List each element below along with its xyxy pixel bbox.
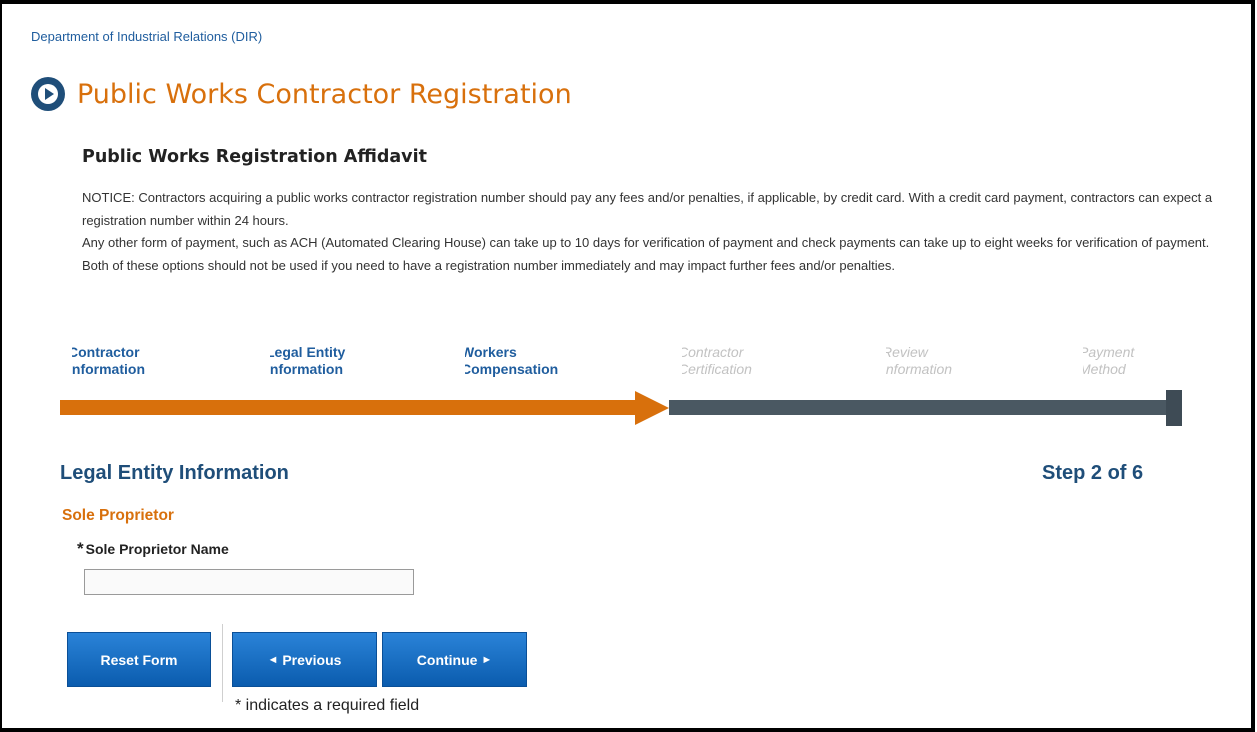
left-triangle-icon: ◄ — [267, 653, 279, 666]
button-divider — [222, 624, 223, 702]
step-label-line2: Information — [886, 361, 953, 377]
notice-paragraph-2: Any other form of payment, such as ACH (… — [82, 235, 1210, 273]
step-indicator: Contractor Information Legal Entity Info… — [60, 344, 1190, 384]
step-contractor-information[interactable]: Contractor Information — [72, 344, 172, 378]
page-header: Public Works Contractor Registration — [31, 76, 572, 112]
required-field-note: * indicates a required field — [235, 697, 420, 714]
previous-button-label: Previous — [282, 651, 342, 668]
page-title: Public Works Contractor Registration — [77, 78, 572, 110]
step-legal-entity-information[interactable]: Legal Entity Information — [270, 344, 380, 378]
step-label-line1: Review — [886, 344, 928, 360]
department-link[interactable]: Department of Industrial Relations (DIR) — [31, 29, 262, 44]
step-label-line2: Information — [72, 361, 145, 377]
play-circle-icon — [31, 77, 65, 111]
previous-button[interactable]: ◄ Previous — [232, 632, 377, 687]
reset-form-button[interactable]: Reset Form — [67, 632, 211, 687]
section-title: Legal Entity Information — [60, 462, 289, 484]
reset-button-label: Reset Form — [100, 651, 178, 668]
progress-remaining-bar — [669, 400, 1177, 415]
step-label-line2: Information — [270, 361, 343, 377]
progress-arrow-icon — [635, 391, 669, 425]
sole-proprietor-name-label: * Sole Proprietor Name — [77, 539, 229, 561]
progress-completed-bar — [60, 400, 640, 415]
step-label-line1: Payment — [1083, 344, 1135, 360]
step-counter: Step 2 of 6 — [1042, 462, 1144, 484]
continue-button-label: Continue — [416, 651, 478, 668]
step-review-information: Review Information — [886, 344, 996, 378]
notice-paragraph-1: NOTICE: Contractors acquiring a public w… — [82, 190, 1213, 228]
step-label-line1: Contractor — [72, 344, 140, 360]
step-label-line2: Certification — [682, 361, 752, 377]
payment-notice: NOTICE: Contractors acquiring a public w… — [82, 187, 1232, 277]
progress-bar — [60, 390, 1185, 426]
step-contractor-certification: Contractor Certification — [682, 344, 812, 378]
sole-proprietor-name-input[interactable] — [84, 569, 414, 595]
progress-end-cap — [1166, 390, 1182, 426]
step-label-line1: Contractor — [682, 344, 744, 360]
step-label-line2: Compensation — [465, 361, 559, 377]
step-label-line1: Legal Entity — [270, 344, 346, 360]
step-payment-method: Payment Method — [1083, 344, 1183, 378]
step-label-line1: Workers — [465, 344, 517, 360]
entity-type-heading: Sole Proprietor — [62, 507, 174, 524]
step-workers-compensation[interactable]: Workers Compensation — [465, 344, 595, 378]
step-label-line2: Method — [1083, 361, 1126, 377]
continue-button[interactable]: Continue ► — [382, 632, 527, 687]
affidavit-title: Public Works Registration Affidavit — [82, 147, 427, 167]
required-asterisk: * — [77, 539, 84, 558]
field-label-text: Sole Proprietor Name — [85, 541, 229, 557]
right-triangle-icon: ► — [481, 653, 493, 666]
